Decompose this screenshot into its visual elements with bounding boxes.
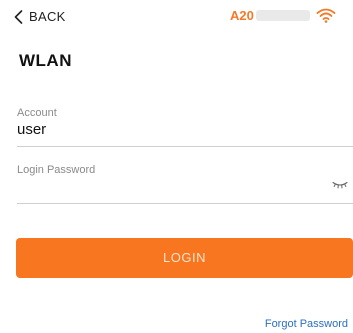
eye-closed-icon[interactable] — [332, 181, 348, 189]
account-input[interactable] — [17, 124, 353, 147]
password-input[interactable] — [17, 181, 353, 204]
network-indicator: A20 — [230, 7, 336, 23]
login-button[interactable]: LOGIN — [16, 238, 353, 278]
page-title: WLAN — [19, 51, 72, 70]
network-name-mask — [255, 9, 310, 21]
account-label: Account — [17, 107, 57, 119]
back-label: BACK — [29, 9, 66, 24]
password-label: Login Password — [17, 164, 96, 176]
network-name: A20 — [230, 7, 254, 23]
top-bar: BACK A20 — [0, 0, 353, 36]
back-button[interactable]: BACK — [14, 9, 66, 24]
chevron-left-icon — [14, 9, 23, 24]
wifi-icon — [316, 8, 336, 23]
forgot-password-link[interactable]: Forgot Password — [265, 318, 348, 330]
